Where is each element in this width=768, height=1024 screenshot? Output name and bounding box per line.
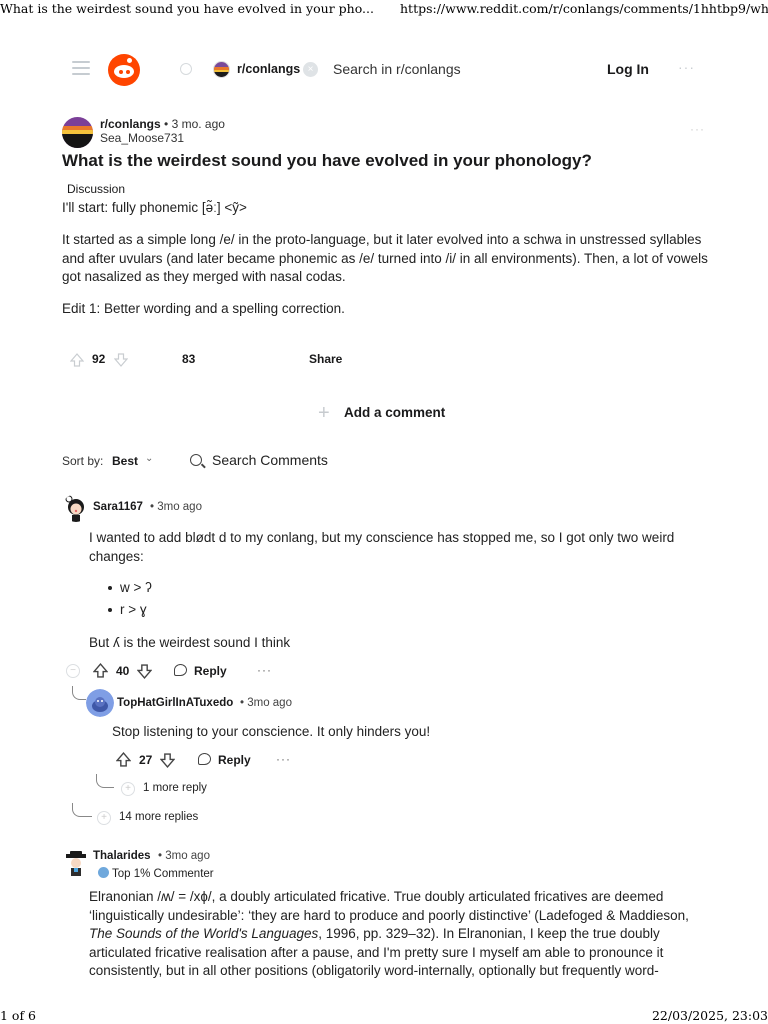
collapse-thread-icon[interactable]: − <box>66 664 80 678</box>
thread-connector <box>72 803 92 817</box>
site-header: r/conlangs × Search in r/conlangs Log In… <box>0 50 768 90</box>
print-footer: 1 of 6 22/03/2025, 23:03 <box>0 1006 768 1024</box>
print-page-number: 1 of 6 <box>0 1008 37 1023</box>
upvote-icon[interactable] <box>70 353 84 367</box>
sort-bar: Sort by: Best ⌄ Search Comments <box>62 452 362 472</box>
comment-list: w > ʔ r > ɣ <box>108 577 152 621</box>
share-button[interactable]: Share <box>309 352 342 366</box>
post-action-bar: 92 83 Share <box>62 352 462 372</box>
expand-replies-icon[interactable]: + <box>121 782 135 796</box>
reply-icon[interactable] <box>198 753 211 765</box>
search-input[interactable]: Search in r/conlangs <box>333 61 461 77</box>
login-button[interactable]: Log In <box>607 61 649 77</box>
search-comments-button[interactable]: Search Comments <box>212 452 328 468</box>
comment-vote-count: 40 <box>116 664 130 678</box>
post-comments-button[interactable]: 83 <box>182 352 195 366</box>
sort-dropdown[interactable]: Best <box>112 454 138 468</box>
chip-close-icon[interactable]: × <box>303 62 318 77</box>
upvote-icon[interactable] <box>93 663 108 678</box>
header-more-icon[interactable]: ··· <box>678 59 695 75</box>
sort-label: Sort by: <box>62 454 104 468</box>
downvote-icon[interactable] <box>160 753 175 768</box>
comment-text: Stop listening to your conscience. It on… <box>112 724 431 739</box>
post-age: • 3 mo. ago <box>164 117 225 131</box>
post-title: What is the weirdest sound you have evol… <box>62 151 592 170</box>
print-url: https://www.reddit.com/r/conlangs/commen… <box>400 1 768 16</box>
comment-more-icon[interactable]: ··· <box>257 663 272 677</box>
commenter-badge: Top 1% Commenter <box>98 867 214 880</box>
search-icon[interactable] <box>180 63 192 75</box>
reddit-logo-icon[interactable] <box>108 54 140 86</box>
post-body-paragraph: It started as a simple long /e/ in the p… <box>62 232 708 284</box>
reply-button[interactable]: Reply <box>194 664 227 678</box>
comment-text: Elranonian /ʍ/ = /xɸ/, a doubly articula… <box>89 889 689 978</box>
plus-icon: + <box>318 402 330 424</box>
comment-author[interactable]: Thalarides <box>93 850 151 862</box>
post-body-paragraph: Edit 1: Better wording and a spelling co… <box>62 301 345 316</box>
comment-action-bar: − 40 Reply ··· <box>66 663 366 681</box>
downvote-icon[interactable] <box>114 353 128 367</box>
badge-icon <box>98 867 109 878</box>
comment-time: • 3mo ago <box>150 501 202 513</box>
subreddit-chip-label[interactable]: r/conlangs <box>237 62 300 76</box>
comment-text: I wanted to add blødt d to my conlang, b… <box>89 530 675 564</box>
comment-vote-count: 27 <box>139 753 153 767</box>
reply-icon[interactable] <box>174 664 187 676</box>
avatar[interactable] <box>62 494 90 522</box>
thread-connector <box>96 774 114 788</box>
search-icon[interactable] <box>190 454 202 466</box>
post-body-paragraph: I'll start: fully phonemic [ə̃ː] <ỹ> <box>62 200 247 215</box>
post-author[interactable]: Sea_Moose731 <box>100 131 184 145</box>
comment-author[interactable]: Sara1167 <box>93 501 143 513</box>
comment-more-icon[interactable]: ··· <box>276 752 291 766</box>
thread-connector <box>72 686 86 700</box>
subreddit-avatar[interactable] <box>62 117 93 148</box>
downvote-icon[interactable] <box>137 664 152 679</box>
upvote-icon[interactable] <box>116 752 131 767</box>
print-datetime: 22/03/2025, 23:03 <box>651 1008 768 1023</box>
add-comment-label: Add a comment <box>344 405 446 420</box>
list-item: w > ʔ <box>108 577 152 599</box>
post-more-icon[interactable]: ··· <box>690 122 705 136</box>
more-replies-link[interactable]: 14 more replies <box>119 811 198 823</box>
post-flair[interactable]: Discussion <box>67 182 125 196</box>
avatar[interactable] <box>86 689 114 717</box>
print-page-title: What is the weirdest sound you have evol… <box>0 1 374 16</box>
comment-time: • 3mo ago <box>240 697 292 709</box>
post-upvote-count: 92 <box>92 352 106 366</box>
comment-author[interactable]: TopHatGirlInATuxedo <box>117 697 233 709</box>
subreddit-chip-icon <box>213 61 230 78</box>
chevron-down-icon[interactable]: ⌄ <box>145 453 153 464</box>
post-subreddit[interactable]: r/conlangs <box>100 117 161 131</box>
print-header: What is the weirdest sound you have evol… <box>0 0 768 18</box>
list-item: r > ɣ <box>108 599 152 621</box>
post-subreddit-line: r/conlangs • 3 mo. ago <box>100 117 225 131</box>
comment-action-bar: 27 Reply ··· <box>116 752 376 770</box>
avatar[interactable] <box>62 850 90 878</box>
comment-text: But ʎ is the weirdest sound I think <box>89 635 291 650</box>
hamburger-menu-icon[interactable] <box>72 61 90 75</box>
expand-replies-icon[interactable]: + <box>97 811 111 825</box>
reply-button[interactable]: Reply <box>218 753 251 767</box>
more-replies-link[interactable]: 1 more reply <box>143 782 207 794</box>
comment-time: • 3mo ago <box>158 850 210 862</box>
